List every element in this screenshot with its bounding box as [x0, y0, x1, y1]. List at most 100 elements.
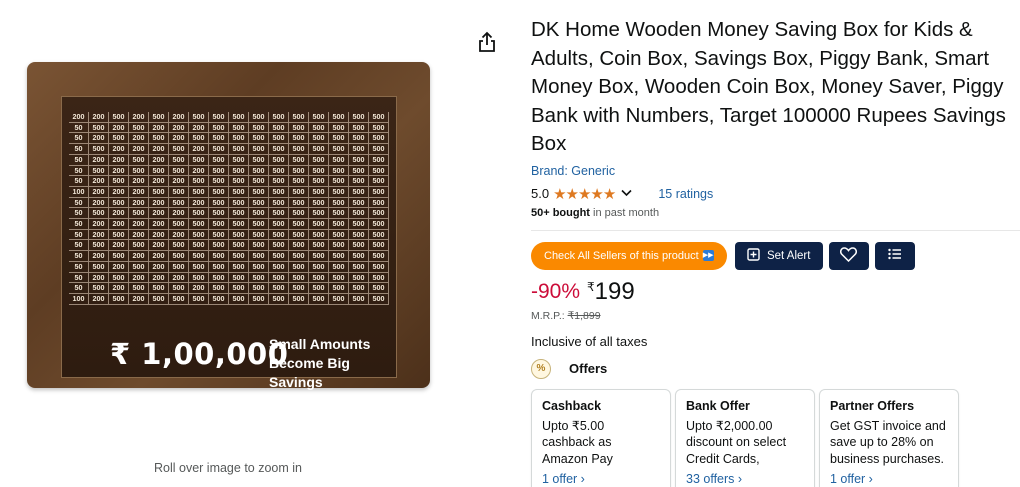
grid-cell: 500 — [249, 176, 269, 187]
grid-cell: 500 — [349, 251, 369, 262]
grid-cell: 500 — [269, 293, 289, 305]
grid-cell: 500 — [269, 229, 289, 241]
grid-cell: 200 — [169, 122, 189, 134]
price-value: 199 — [594, 277, 635, 305]
grid-cell: 200 — [149, 240, 169, 252]
grid-cell: 500 — [349, 219, 369, 230]
grid-cell: 500 — [209, 154, 229, 166]
mrp: M.R.P.: ₹1,899 — [531, 310, 1020, 322]
product-image-area: 200 200 500 200 500 200 500 500 500 500 500 500 500 5… — [0, 0, 470, 487]
grid-cell: 200 — [149, 197, 169, 209]
grid-cell: 200 — [189, 283, 209, 294]
grid-cell: 500 — [149, 186, 169, 198]
offer-card-link[interactable]: 1 offer › — [542, 472, 585, 486]
check-all-sellers-button[interactable]: Check All Sellers of this product ▶▶ — [531, 241, 727, 270]
offer-card-body: Get GST invoice and save up to 28% on bu… — [830, 418, 946, 466]
grid-cell: 500 — [189, 272, 209, 284]
grid-cell: 500 — [329, 293, 349, 305]
grid-cell: 50 — [69, 208, 89, 220]
currency-symbol: ₹ — [587, 279, 595, 294]
offer-card-link[interactable]: 33 offers › — [686, 472, 742, 486]
grid-cell: 500 — [349, 272, 369, 284]
grid-cell: 200 — [109, 165, 129, 177]
offer-card-title: Partner Offers — [830, 398, 915, 413]
ratings-count-link[interactable]: 15 ratings — [658, 187, 713, 201]
grid-cell: 50 — [69, 272, 89, 284]
bought-count: 50+ bought — [531, 206, 590, 219]
grid-cell: 500 — [329, 229, 349, 241]
add-to-list-button[interactable] — [874, 241, 915, 270]
grid-cell: 500 — [109, 251, 129, 262]
grid-cell: 500 — [349, 240, 369, 252]
grid-cell: 500 — [109, 197, 129, 209]
grid-cell: 500 — [249, 186, 269, 198]
grid-cell: 500 — [209, 208, 229, 220]
offer-card-bank-offer[interactable]: Bank Offer Upto ₹2,000.00 discount on se… — [675, 388, 815, 487]
offer-cards: Cashback Upto ₹5.00 cashback as Amazon P… — [531, 388, 1020, 487]
grid-cell: 200 — [149, 261, 169, 273]
grid-cell: 500 — [269, 154, 289, 166]
grid-cell: 500 — [129, 122, 149, 134]
star-rating-icon[interactable]: ★★★★★ — [553, 185, 616, 203]
grid-cell: 500 — [329, 176, 349, 187]
grid-cell: 200 — [169, 272, 189, 284]
grid-cell: 200 — [69, 112, 89, 123]
grid-cell: 500 — [189, 219, 209, 230]
grid-cell: 500 — [209, 122, 229, 134]
grid-cell: 500 — [269, 208, 289, 220]
offer-card-partner-offers[interactable]: Partner Offers Get GST invoice and save … — [819, 388, 959, 487]
grid-cell: 500 — [269, 133, 289, 145]
grid-cell: 500 — [349, 197, 369, 209]
grid-cell: 50 — [69, 219, 89, 230]
offer-card-cashback[interactable]: Cashback Upto ₹5.00 cashback as Amazon P… — [531, 388, 671, 487]
grid-cell: 500 — [289, 165, 309, 177]
grid-cell: 500 — [289, 251, 309, 262]
grid-cell: 500 — [189, 208, 209, 220]
grid-cell: 500 — [269, 240, 289, 252]
chevron-down-icon[interactable] — [621, 188, 632, 200]
grid-cell: 500 — [289, 154, 309, 166]
wishlist-button[interactable] — [828, 241, 869, 270]
grid-cell: 200 — [149, 154, 169, 166]
grid-cell: 500 — [129, 165, 149, 177]
action-buttons: Check All Sellers of this product ▶▶ Set… — [531, 241, 1020, 270]
offer-card-body: Upto ₹5.00 cashback as Amazon Pay Balanc… — [542, 418, 613, 466]
grid-cell: 500 — [349, 293, 369, 305]
savings-grid-panel: 200 200 500 200 500 200 500 500 500 500 500 500 500 5… — [61, 96, 397, 390]
tagline: Small Amounts Become Big Savings — [269, 335, 396, 392]
bought-in-past-month: 50+ bought in past month — [531, 207, 1020, 219]
grid-cell: 50 — [69, 261, 89, 273]
grid-cell: 200 — [129, 112, 149, 123]
grid-cell: 500 — [289, 293, 309, 305]
grid-cell: 500 — [329, 283, 349, 294]
share-icon[interactable] — [476, 30, 498, 54]
set-alert-button[interactable]: Set Alert — [734, 241, 823, 270]
offer-card-title: Cashback — [542, 398, 602, 413]
grid-cell: 500 — [249, 208, 269, 220]
grid-cell: 200 — [129, 219, 149, 230]
grid-cell: 500 — [269, 122, 289, 134]
grid-cell: 500 — [269, 219, 289, 230]
grid-cell: 500 — [249, 165, 269, 177]
grid-cell: 500 — [329, 154, 349, 166]
grid-cell: 500 — [289, 261, 309, 273]
grid-cell: 50 — [69, 176, 89, 187]
mrp-value: ₹1,899 — [567, 309, 601, 322]
grid-cell: 500 — [189, 186, 209, 198]
grid-cell: 500 — [149, 133, 169, 145]
product-image[interactable]: 200 200 500 200 500 200 500 500 500 500 500 500 500 5… — [27, 62, 430, 390]
grid-cell: 200 — [189, 144, 209, 155]
grid-cell: 500 — [369, 122, 389, 134]
grid-cell: 500 — [369, 219, 389, 230]
grid-cell: 500 — [129, 283, 149, 294]
brand-link[interactable]: Brand: Generic — [531, 164, 615, 178]
grid-cell: 500 — [189, 112, 209, 123]
grid-cell: 500 — [329, 240, 349, 252]
grid-cell: 500 — [109, 176, 129, 187]
offer-card-link[interactable]: 1 offer › — [830, 472, 873, 486]
grid-cell: 500 — [329, 272, 349, 284]
grid-cell: 500 — [229, 208, 249, 220]
grid-cell: 500 — [369, 283, 389, 294]
grid-cell: 200 — [89, 186, 109, 198]
grid-cell: 500 — [269, 283, 289, 294]
